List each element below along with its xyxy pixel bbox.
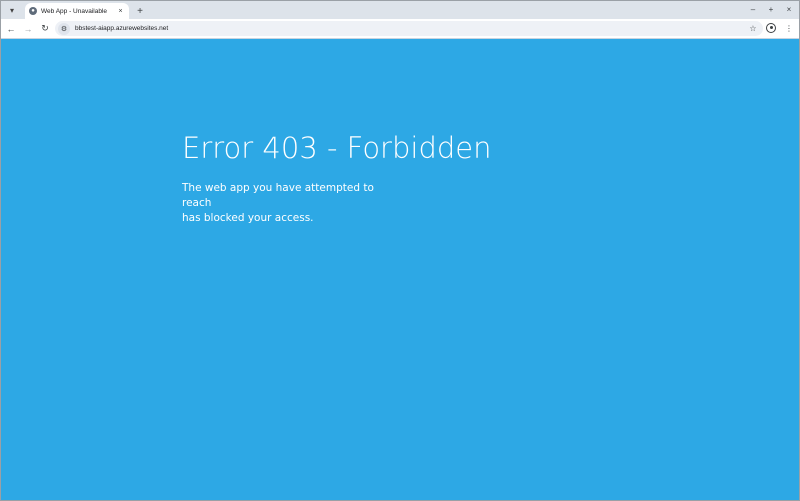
globe-icon: ● (29, 7, 37, 15)
error-message: The web app you have attempted to reach … (182, 181, 392, 226)
minimize-button[interactable]: – (747, 3, 759, 15)
toolbar-right: ⋮ (765, 22, 795, 34)
tab-web-app-unavailable[interactable]: ● Web App - Unavailable × (25, 3, 129, 19)
site-info-icon[interactable]: ⚙ (58, 22, 70, 35)
bookmark-star-icon[interactable]: ☆ (747, 23, 759, 35)
url-text[interactable]: bbstest-aiapp.azurewebsites.net (75, 25, 747, 32)
profile-button[interactable] (765, 22, 777, 34)
profile-icon (766, 23, 776, 33)
close-window-button[interactable]: × (783, 3, 795, 15)
tab-close-icon[interactable]: × (116, 8, 125, 15)
forward-button[interactable]: → (21, 22, 35, 36)
tab-title: Web App - Unavailable (41, 7, 108, 15)
tab-strip: ▾ ● Web App - Unavailable × + – + × (1, 1, 799, 19)
page-content: Error 403 - Forbidden The web app you ha… (1, 39, 799, 500)
error-message-line-1: The web app you have attempted to reach (182, 182, 374, 209)
tab-search-button[interactable]: ▾ (4, 2, 20, 18)
back-button[interactable]: ← (4, 22, 18, 36)
new-tab-button[interactable]: + (133, 4, 147, 18)
reload-button[interactable]: ↻ (38, 22, 52, 36)
maximize-button[interactable]: + (765, 3, 777, 15)
window-controls: – + × (747, 3, 795, 15)
address-bar[interactable]: ⚙ bbstest-aiapp.azurewebsites.net ☆ (55, 21, 763, 36)
browser-window: ▾ ● Web App - Unavailable × + – + × ← → … (0, 0, 800, 501)
page-title: Error 403 - Forbidden (182, 131, 492, 165)
menu-button[interactable]: ⋮ (783, 22, 795, 34)
browser-toolbar: ← → ↻ ⚙ bbstest-aiapp.azurewebsites.net … (1, 19, 799, 39)
error-message-line-2: has blocked your access. (182, 212, 314, 224)
